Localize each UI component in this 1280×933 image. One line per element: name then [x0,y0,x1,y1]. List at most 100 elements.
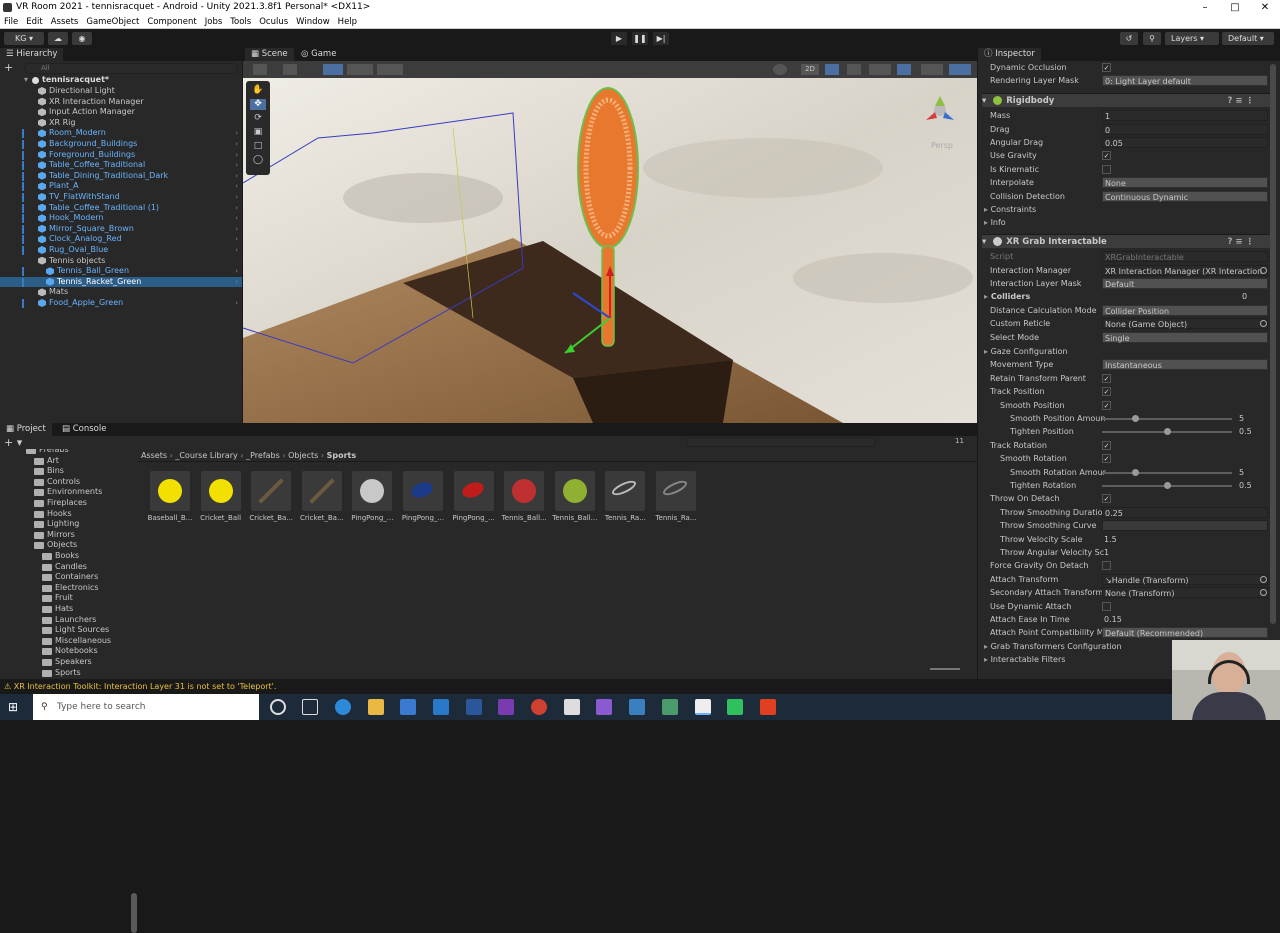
hierarchy-item[interactable]: › Foreground_Buildings [0,150,242,161]
account-dropdown[interactable]: KG ▾ [4,32,44,45]
close-icon[interactable]: ✕ [1250,0,1280,15]
hierarchy-item[interactable]: Input Action Manager [0,107,242,118]
app-icon[interactable] [662,699,678,715]
menu-item[interactable]: GameObject [86,17,139,27]
foldout-arrow-icon[interactable]: ▾ [982,237,989,247]
folder-item[interactable]: Objects [0,540,138,551]
asset-thumbnail[interactable] [605,471,646,511]
hierarchy-item[interactable]: › Clock_Analog_Red [0,234,242,245]
slider-knob[interactable] [1131,415,1139,422]
collab-icon[interactable]: ◉ [72,32,92,45]
visibility-icon[interactable] [897,64,911,75]
curve-field[interactable] [1102,520,1268,532]
hand-tool-icon[interactable]: ✋ [250,85,266,96]
scale-tool-icon[interactable]: ▣ [250,127,266,138]
checkbox[interactable]: ✓ [1102,494,1111,504]
object-picker-icon[interactable] [1260,266,1267,274]
slider-track[interactable] [1102,471,1232,474]
gizmos-icon[interactable] [949,64,971,75]
folder-item[interactable]: Art [0,456,138,467]
vs-code-icon[interactable] [596,699,612,715]
chrome-icon[interactable] [531,699,547,715]
draw-mode-icon[interactable] [253,64,267,75]
expand-arrow-icon[interactable]: ▾ [24,75,28,86]
folder-item[interactable]: Fruit [0,593,138,604]
asset-thumbnail[interactable] [554,471,595,511]
paint-icon[interactable] [629,699,645,715]
rect-tool-icon[interactable]: □ [250,141,266,152]
step-button[interactable]: ▶| [653,32,669,45]
transform-tool-icon[interactable]: ◯ [250,155,266,166]
checkbox[interactable]: ✓ [1102,387,1111,397]
checkbox[interactable]: ✓ [1102,63,1111,72]
object-field[interactable]: ↘Handle (Transform) [1102,573,1268,585]
prefab-open-icon[interactable]: › [235,171,238,182]
maximize-icon[interactable]: □ [1220,0,1250,15]
render-mode-icon[interactable] [773,64,787,75]
hierarchy-search-input[interactable]: All [24,63,238,74]
component-header[interactable]: ▾ Rigidbody ? ≡ ⋮ [982,92,1270,107]
foldout-arrow-icon[interactable]: ▾ [982,96,989,106]
object-field[interactable]: None (Game Object) [1102,318,1268,330]
tab-game[interactable]: ◎ Game [295,48,343,61]
dropdown-field[interactable]: Default [1102,278,1268,289]
hierarchy-item[interactable]: › Food_Apple_Green [0,298,242,309]
folder-item[interactable]: Fireplaces [0,498,138,509]
unity-hub-icon[interactable] [564,699,580,715]
prefab-open-icon[interactable]: › [235,277,238,288]
lighting-icon[interactable] [825,64,839,75]
asset-thumbnail[interactable] [200,471,241,511]
prefab-open-icon[interactable]: › [235,224,238,235]
asset-thumbnail[interactable] [301,471,342,511]
effects-icon[interactable] [869,64,891,75]
layers-dropdown[interactable]: Layers ▾ [1165,32,1219,45]
windows-start-icon[interactable]: ⊞ [8,700,22,714]
prefab-open-icon[interactable]: › [235,181,238,192]
hierarchy-item[interactable]: › Table_Coffee_Traditional (1) [0,203,242,214]
scene-viewport[interactable]: Persp [243,78,977,423]
audio-icon[interactable] [847,64,861,75]
create-asset-icon[interactable]: + ▾ [4,436,22,449]
grid-icon[interactable] [377,64,403,75]
checkbox[interactable]: ✓ [1102,151,1111,161]
menu-item[interactable]: Tools [230,17,251,27]
layout-dropdown[interactable]: Default ▾ [1222,32,1274,45]
hierarchy-item[interactable]: › Mirror_Square_Brown [0,224,242,235]
hierarchy-item[interactable]: Mats [0,287,242,298]
hierarchy-item[interactable]: › Tennis_Ball_Green [0,266,242,277]
object-picker-icon[interactable] [1260,575,1267,583]
hierarchy-item[interactable]: › Room_Modern [0,128,242,139]
edge-icon[interactable] [335,699,351,715]
prefab-open-icon[interactable]: › [235,128,238,139]
number-field[interactable]: 0.15 [1102,614,1268,625]
move-tool-icon[interactable]: ✥ [250,99,266,110]
tab-hierarchy[interactable]: ☰ Hierarchy [0,48,64,61]
move-snap-icon[interactable] [347,64,373,75]
slider-knob[interactable] [1164,482,1171,489]
dropdown-field[interactable]: Instantaneous [1102,359,1268,371]
folder-item[interactable]: Sports [0,668,138,679]
checkbox[interactable] [1102,601,1111,611]
asset-thumbnail[interactable] [453,471,494,511]
folder-item[interactable]: Bins [0,466,138,477]
asset-thumbnail[interactable] [403,471,443,511]
hierarchy-item[interactable]: › Background_Buildings [0,139,242,150]
cloud-icon[interactable]: ☁ [48,32,68,45]
hierarchy-item[interactable]: › Table_Dining_Traditional_Dark [0,171,242,182]
menu-item[interactable]: Assets [51,17,79,27]
folder-item[interactable]: Mirrors [0,530,138,541]
folder-item[interactable]: Light Sources [0,625,138,636]
component-menu-icon[interactable]: ? ≡ ⋮ [1228,235,1254,249]
pivot-icon[interactable] [283,64,297,75]
menu-item[interactable]: File [4,17,18,27]
hierarchy-item[interactable]: XR Rig [0,118,242,129]
menu-item[interactable]: Window [296,17,330,27]
hierarchy-item[interactable]: Directional Light [0,86,242,97]
persp-label[interactable]: Persp [931,141,953,150]
breadcrumb-item[interactable]: Sports [327,451,357,460]
folder-item[interactable]: Speakers [0,657,138,668]
inspector-scrollbar[interactable] [1270,64,1276,624]
menu-item[interactable]: Oculus [259,17,288,27]
number-field[interactable]: 0 [1102,123,1268,135]
camera-icon[interactable] [921,64,943,75]
